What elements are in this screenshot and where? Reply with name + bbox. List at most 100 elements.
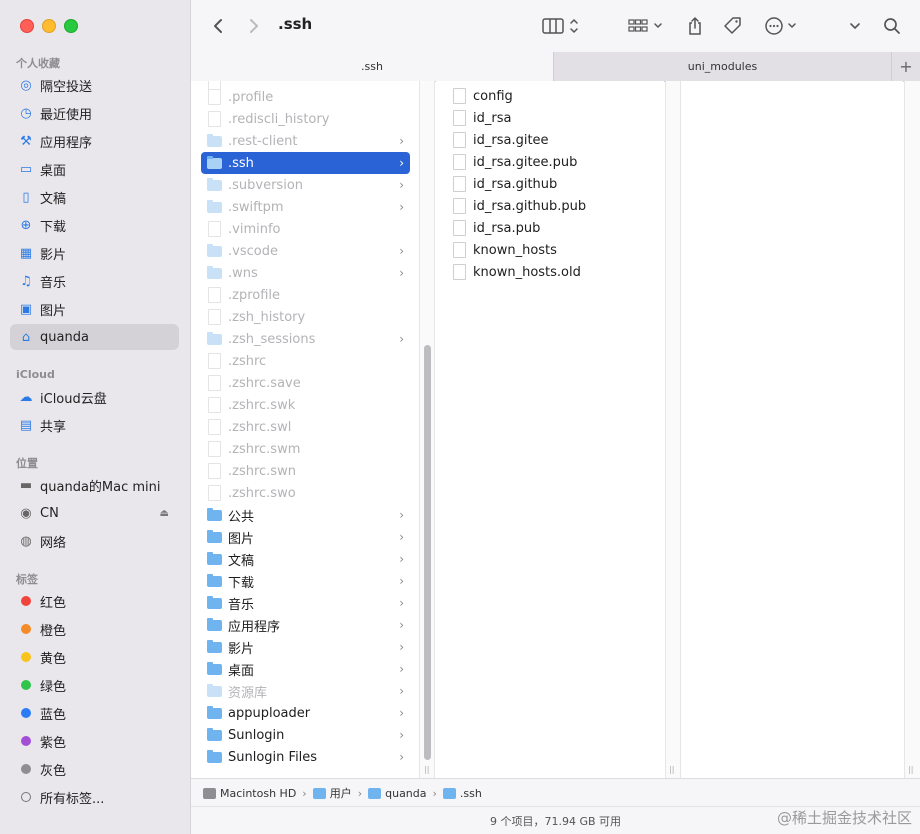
path-item-quanda[interactable]: quanda bbox=[368, 787, 427, 800]
overflow-chevron-button[interactable] bbox=[847, 14, 863, 38]
list-item[interactable]: id_rsa.gitee bbox=[446, 129, 655, 151]
sidebar-item[interactable]: ⊕ 下载 bbox=[10, 212, 179, 238]
tab-ssh[interactable]: .ssh bbox=[191, 52, 553, 81]
list-item[interactable]: .zshrc.save bbox=[201, 372, 410, 394]
list-item[interactable]: 文稿 › bbox=[201, 548, 410, 570]
sidebar-item[interactable]: ⚒ 应用程序 bbox=[10, 128, 179, 154]
list-item[interactable]: .subversion › bbox=[201, 174, 410, 196]
list-item[interactable]: .ssh › bbox=[201, 152, 410, 174]
list-item[interactable]: id_rsa.pub bbox=[446, 217, 655, 239]
list-item[interactable]: .zsh_sessions › bbox=[201, 328, 410, 350]
sidebar-item[interactable]: 绿色 bbox=[10, 672, 179, 698]
sidebar-item[interactable]: ▦ 影片 bbox=[10, 240, 179, 266]
list-item[interactable]: 下载 › bbox=[201, 570, 410, 592]
zoom-window-button[interactable] bbox=[64, 19, 78, 33]
list-item[interactable]: .zshrc.swm bbox=[201, 438, 410, 460]
list-item[interactable]: 图片 › bbox=[201, 526, 410, 548]
group-button[interactable] bbox=[627, 14, 667, 38]
list-item[interactable]: 应用程序 › bbox=[201, 614, 410, 636]
list-item[interactable]: known_hosts.old bbox=[446, 261, 655, 283]
new-tab-button[interactable]: + bbox=[891, 52, 920, 81]
list-item[interactable]: .viminfo bbox=[201, 218, 410, 240]
path-item-macintosh-hd[interactable]: Macintosh HD bbox=[203, 787, 296, 800]
list-item[interactable]: .vscode › bbox=[201, 240, 410, 262]
eject-icon[interactable]: ⏏ bbox=[160, 508, 169, 519]
sidebar-item[interactable]: 橙色 bbox=[10, 616, 179, 642]
column-home[interactable]: .profile .rediscli_history .rest-client › .s… bbox=[191, 81, 419, 778]
sidebar-item[interactable]: ▯ 文稿 bbox=[10, 184, 179, 210]
sidebar-item[interactable]: ⌂ quanda bbox=[10, 324, 179, 350]
column-empty[interactable] bbox=[681, 81, 903, 778]
list-item[interactable]: .rediscli_history bbox=[201, 108, 410, 130]
computer-icon: ▬ bbox=[19, 477, 33, 493]
list-item[interactable]: .zprofile bbox=[201, 284, 410, 306]
resize-handle-icon[interactable]: || bbox=[908, 765, 913, 774]
list-item[interactable]: 公共 › bbox=[201, 504, 410, 526]
back-button[interactable] bbox=[207, 14, 229, 38]
sidebar-item[interactable]: ◍ 网络 bbox=[10, 528, 179, 554]
sidebar-item[interactable]: 黄色 bbox=[10, 644, 179, 670]
list-item[interactable]: 音乐 › bbox=[201, 592, 410, 614]
view-mode-button[interactable] bbox=[541, 14, 583, 38]
tag-button[interactable] bbox=[721, 14, 745, 38]
list-item[interactable]: id_rsa bbox=[446, 107, 655, 129]
sidebar-item-label: 应用程序 bbox=[40, 135, 93, 151]
sidebar-item[interactable]: 灰色 bbox=[10, 756, 179, 782]
list-item[interactable]: 资源库 › bbox=[201, 680, 410, 702]
file-icon bbox=[451, 132, 467, 148]
path-item-ssh[interactable]: .ssh bbox=[442, 787, 482, 800]
sidebar-item[interactable]: ☁ iCloud云盘 bbox=[10, 384, 179, 410]
list-item[interactable]: 桌面 › bbox=[201, 658, 410, 680]
sidebar-item[interactable]: 紫色 bbox=[10, 728, 179, 754]
list-item[interactable]: id_rsa.gitee.pub bbox=[446, 151, 655, 173]
list-item[interactable]: .zshrc.swk bbox=[201, 394, 410, 416]
list-item[interactable]: appuploader › bbox=[201, 702, 410, 724]
column-ssh[interactable]: config id_rsa id_rsa.gitee id_rsa.gitee.pub… bbox=[436, 81, 664, 778]
sidebar-item[interactable]: ◉ CN ⏏ bbox=[10, 500, 179, 526]
list-item[interactable]: .profile bbox=[201, 86, 410, 108]
minimize-window-button[interactable] bbox=[42, 19, 56, 33]
file-icon bbox=[451, 220, 467, 236]
sidebar-item[interactable]: ♫ 音乐 bbox=[10, 268, 179, 294]
column-resizer[interactable] bbox=[665, 81, 681, 778]
list-item[interactable]: .rest-client › bbox=[201, 130, 410, 152]
search-button[interactable] bbox=[881, 14, 903, 38]
vertical-scrollbar[interactable] bbox=[424, 345, 431, 760]
list-item[interactable]: .zshrc.swl bbox=[201, 416, 410, 438]
sidebar-item[interactable]: ◷ 最近使用 bbox=[10, 100, 179, 126]
resize-handle-icon[interactable]: || bbox=[669, 765, 674, 774]
column-resizer[interactable] bbox=[904, 81, 920, 778]
list-item[interactable]: .zsh_history bbox=[201, 306, 410, 328]
list-item[interactable]: config bbox=[446, 85, 655, 107]
sidebar-item[interactable]: ▭ 桌面 bbox=[10, 156, 179, 182]
sidebar-item[interactable]: ▣ 图片 bbox=[10, 296, 179, 322]
sidebar-item[interactable]: ▬ quanda的Mac mini bbox=[10, 472, 179, 498]
list-item[interactable]: .zshrc bbox=[201, 350, 410, 372]
list-item[interactable]: Sunlogin Files › bbox=[201, 746, 410, 768]
window-controls bbox=[20, 19, 78, 33]
list-item[interactable]: id_rsa.github.pub bbox=[446, 195, 655, 217]
home-icon: ⌂ bbox=[21, 329, 31, 345]
list-item[interactable]: .swiftpm › bbox=[201, 196, 410, 218]
list-item[interactable]: .wns › bbox=[201, 262, 410, 284]
list-item[interactable]: .zshrc.swn bbox=[201, 460, 410, 482]
sidebar-item[interactable]: 蓝色 bbox=[10, 700, 179, 726]
path-item-users[interactable]: 用户 bbox=[312, 785, 352, 801]
sidebar-item[interactable]: 所有标签... bbox=[10, 784, 179, 810]
resize-handle-icon[interactable]: || bbox=[424, 765, 429, 774]
close-window-button[interactable] bbox=[20, 19, 34, 33]
more-actions-button[interactable] bbox=[763, 14, 803, 38]
file-icon bbox=[451, 242, 467, 258]
list-item[interactable]: 影片 › bbox=[201, 636, 410, 658]
sidebar-item[interactable]: 红色 bbox=[10, 588, 179, 614]
forward-button[interactable] bbox=[243, 14, 265, 38]
sidebar-item[interactable]: ◎ 隔空投送 bbox=[10, 72, 179, 98]
list-item[interactable]: known_hosts bbox=[446, 239, 655, 261]
sidebar-item[interactable]: ▤ 共享 bbox=[10, 412, 179, 438]
share-button[interactable] bbox=[683, 14, 707, 38]
list-item[interactable]: .zshrc.swo bbox=[201, 482, 410, 504]
tab-uni-modules[interactable]: uni_modules bbox=[554, 52, 891, 81]
list-item[interactable]: id_rsa.github bbox=[446, 173, 655, 195]
chevron-right-icon: › bbox=[399, 684, 404, 698]
list-item[interactable]: Sunlogin › bbox=[201, 724, 410, 746]
